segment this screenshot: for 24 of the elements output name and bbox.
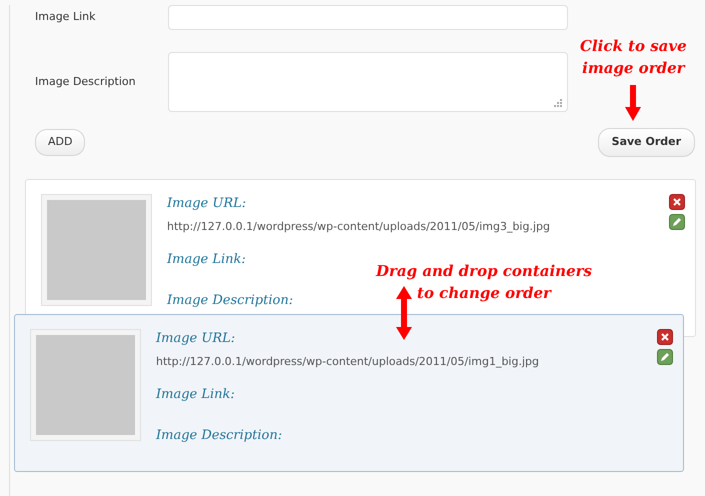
url-label: Image URL:: [156, 330, 236, 348]
url-label: Image URL:: [167, 194, 246, 212]
edit-pencil-icon[interactable]: [657, 348, 673, 364]
input-field[interactable]: [168, 5, 568, 30]
image-url: http://127.0.0.1/wordpress/wp-content/uploads/2011/05/img3_big.jpg: [167, 219, 551, 235]
add-button[interactable]: ADD: [35, 129, 86, 156]
delete-icon[interactable]: [657, 328, 673, 344]
description-label: Image Description:: [156, 427, 282, 445]
delete-icon[interactable]: [669, 194, 685, 210]
save-order-button[interactable]: Save Order: [598, 128, 695, 156]
field-label: Image Description: [35, 74, 137, 90]
annotation-text: Drag and drop containers: [376, 261, 592, 282]
double-arrow: [396, 286, 412, 340]
resize-grip-icon: [553, 98, 562, 107]
link-label: Image Link:: [156, 386, 235, 404]
field-label: Image Link: [35, 9, 96, 26]
annotation-text: image order: [582, 58, 685, 79]
image-url: http://127.0.0.1/wordpress/wp-content/uploads/2011/05/img1_big.jpg: [156, 354, 540, 370]
description-label: Image Description:: [167, 292, 294, 310]
link-label: Image Link:: [167, 250, 246, 268]
annotation-text: to change order: [417, 283, 551, 304]
arrow: [625, 85, 642, 121]
edit-pencil-icon[interactable]: [669, 214, 685, 230]
annotation-text: Click to save: [580, 36, 687, 57]
